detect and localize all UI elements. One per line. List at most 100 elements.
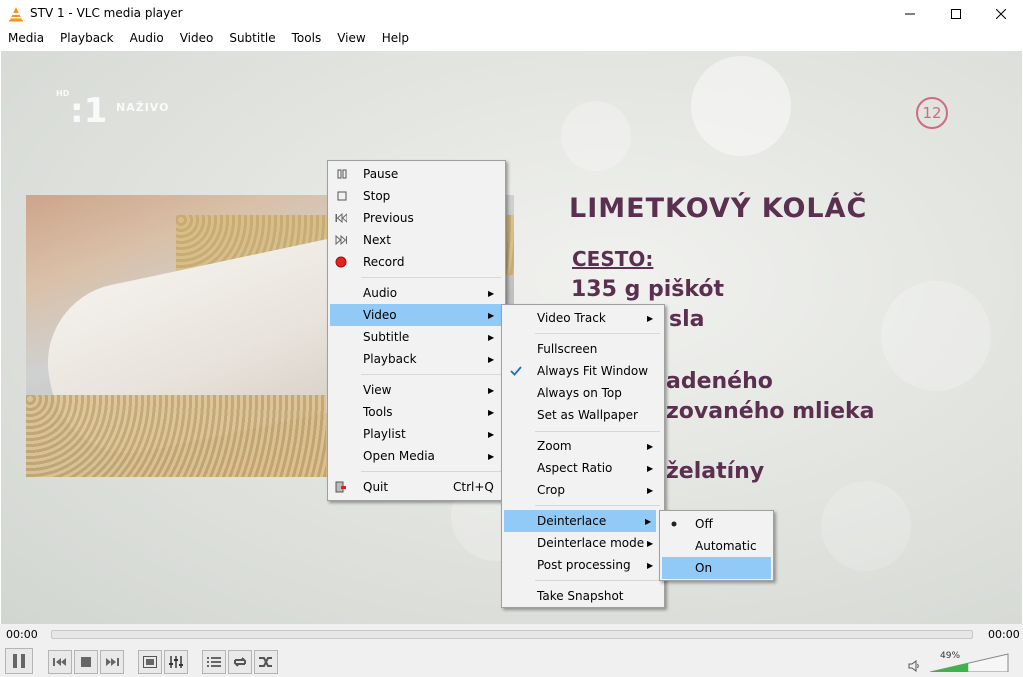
menu-help[interactable]: Help bbox=[374, 28, 417, 50]
submenu-arrow-icon: ▶ bbox=[647, 441, 654, 451]
menu-item-label: Always Fit Window bbox=[537, 364, 649, 378]
previous-button[interactable] bbox=[48, 650, 72, 674]
submenu-arrow-icon: ▶ bbox=[488, 288, 495, 298]
menu-item-deinterlace[interactable]: Deinterlace ▶ bbox=[504, 510, 656, 532]
menu-item-tools[interactable]: Tools ▶ bbox=[330, 401, 503, 423]
menu-item-label: Set as Wallpaper bbox=[537, 408, 638, 422]
menu-item-label: Off bbox=[695, 517, 713, 531]
menu-view[interactable]: View bbox=[329, 28, 373, 50]
menu-item-label: On bbox=[695, 561, 713, 575]
next-button[interactable] bbox=[100, 650, 124, 674]
menu-item-label: Always on Top bbox=[537, 386, 622, 400]
menu-item-playlist[interactable]: Playlist ▶ bbox=[330, 423, 503, 445]
fullscreen-button[interactable] bbox=[138, 650, 162, 674]
menu-item-zoom[interactable]: Zoom ▶ bbox=[504, 435, 662, 457]
menu-item-view[interactable]: View ▶ bbox=[330, 379, 503, 401]
menu-item-subtitle[interactable]: Subtitle ▶ bbox=[330, 326, 503, 348]
menu-item-on[interactable]: On bbox=[662, 557, 771, 579]
menu-audio[interactable]: Audio bbox=[122, 28, 172, 50]
bokeh-light bbox=[881, 281, 991, 391]
logo-hd: HD bbox=[56, 89, 70, 98]
menu-item-record[interactable]: Record bbox=[330, 251, 503, 273]
minimize-button[interactable] bbox=[887, 0, 933, 28]
menu-item-label: Take Snapshot bbox=[537, 589, 624, 603]
age-rating-badge: 12 bbox=[916, 97, 948, 129]
menu-playback[interactable]: Playback bbox=[52, 28, 122, 50]
seek-slider[interactable] bbox=[51, 630, 973, 639]
menu-media[interactable]: Media bbox=[0, 28, 52, 50]
menu-item-label: Pause bbox=[363, 167, 399, 181]
video-submenu: Video Track ▶ Fullscreen Always Fit Wind… bbox=[501, 304, 665, 608]
minimize-icon bbox=[905, 13, 915, 15]
menu-item-crop[interactable]: Crop ▶ bbox=[504, 479, 662, 501]
menu-item-open-media[interactable]: Open Media ▶ bbox=[330, 445, 503, 467]
menu-item-post-processing[interactable]: Post processing ▶ bbox=[504, 554, 662, 576]
menu-item-label: Post processing bbox=[537, 558, 631, 572]
menu-separator bbox=[361, 471, 501, 472]
play-pause-button[interactable] bbox=[5, 648, 33, 674]
inset-crumbs-lower bbox=[26, 395, 326, 477]
quit-icon bbox=[335, 481, 347, 493]
menu-item-label: Video bbox=[363, 308, 397, 322]
next-icon bbox=[335, 234, 347, 246]
menu-video[interactable]: Video bbox=[172, 28, 222, 50]
submenu-arrow-icon: ▶ bbox=[488, 332, 495, 342]
speaker-icon[interactable] bbox=[908, 660, 920, 672]
menu-item-quit[interactable]: Quit Ctrl+Q bbox=[330, 476, 503, 498]
menu-item-label: Fullscreen bbox=[537, 342, 598, 356]
menu-item-label: Open Media bbox=[363, 449, 435, 463]
menu-subtitle[interactable]: Subtitle bbox=[221, 28, 283, 50]
menu-separator bbox=[535, 505, 660, 506]
submenu-arrow-icon: ▶ bbox=[647, 560, 654, 570]
playlist-button[interactable] bbox=[202, 650, 226, 674]
time-elapsed: 00:00 bbox=[6, 628, 38, 641]
menu-item-aspect-ratio[interactable]: Aspect Ratio ▶ bbox=[504, 457, 662, 479]
extended-settings-button[interactable] bbox=[164, 650, 188, 674]
shuffle-button[interactable] bbox=[254, 650, 278, 674]
close-icon bbox=[996, 9, 1006, 19]
volume-slider[interactable]: 49% bbox=[930, 651, 1010, 672]
menu-item-deinterlace-mode[interactable]: Deinterlace mode ▶ bbox=[504, 532, 662, 554]
recipe-heading: CESTO: bbox=[572, 247, 654, 271]
menu-item-previous[interactable]: Previous bbox=[330, 207, 503, 229]
maximize-button[interactable] bbox=[933, 0, 979, 28]
menu-item-playback[interactable]: Playback ▶ bbox=[330, 348, 503, 370]
close-button[interactable] bbox=[978, 0, 1023, 28]
menu-item-label: Quit bbox=[363, 480, 389, 494]
menu-item-label: Audio bbox=[363, 286, 398, 300]
pause-icon bbox=[336, 168, 348, 180]
submenu-arrow-icon: ▶ bbox=[488, 385, 495, 395]
menu-item-off[interactable]: Off bbox=[662, 513, 771, 535]
previous-icon bbox=[335, 212, 347, 224]
menu-item-audio[interactable]: Audio ▶ bbox=[330, 282, 503, 304]
playlist-icon bbox=[207, 657, 221, 667]
menu-item-label: Next bbox=[363, 233, 391, 247]
menu-separator bbox=[361, 374, 501, 375]
menu-item-always-fit-window[interactable]: Always Fit Window bbox=[504, 360, 662, 382]
menu-item-always-on-top[interactable]: Always on Top bbox=[504, 382, 662, 404]
previous-icon bbox=[53, 658, 66, 666]
loop-button[interactable] bbox=[228, 650, 252, 674]
menu-item-video-track[interactable]: Video Track ▶ bbox=[504, 307, 662, 329]
menu-item-next[interactable]: Next bbox=[330, 229, 503, 251]
menu-tools[interactable]: Tools bbox=[284, 28, 330, 50]
submenu-arrow-icon: ▶ bbox=[488, 407, 495, 417]
recipe-line: 135 g piškót bbox=[571, 277, 725, 302]
radio-dot-icon bbox=[668, 518, 680, 530]
logo-live: NAŽIVO bbox=[116, 101, 170, 114]
menu-item-label: Stop bbox=[363, 189, 391, 203]
menu-item-pause[interactable]: Pause bbox=[330, 163, 503, 185]
submenu-arrow-icon: ▶ bbox=[647, 485, 654, 495]
menu-item-fullscreen[interactable]: Fullscreen bbox=[504, 338, 662, 360]
vlc-cone-icon bbox=[9, 7, 23, 22]
menu-separator bbox=[361, 277, 501, 278]
menu-item-stop[interactable]: Stop bbox=[330, 185, 503, 207]
stop-button[interactable] bbox=[74, 650, 98, 674]
menu-item-automatic[interactable]: Automatic bbox=[662, 535, 771, 557]
pause-icon bbox=[13, 654, 25, 668]
menu-item-set-as-wallpaper[interactable]: Set as Wallpaper bbox=[504, 404, 662, 426]
menu-item-take-snapshot[interactable]: Take Snapshot bbox=[504, 585, 662, 607]
recipe-title: LIMETKOVÝ KOLÁČ bbox=[569, 193, 868, 224]
menu-item-label: Playlist bbox=[363, 427, 406, 441]
menu-item-video[interactable]: Video ▶ bbox=[330, 304, 503, 326]
